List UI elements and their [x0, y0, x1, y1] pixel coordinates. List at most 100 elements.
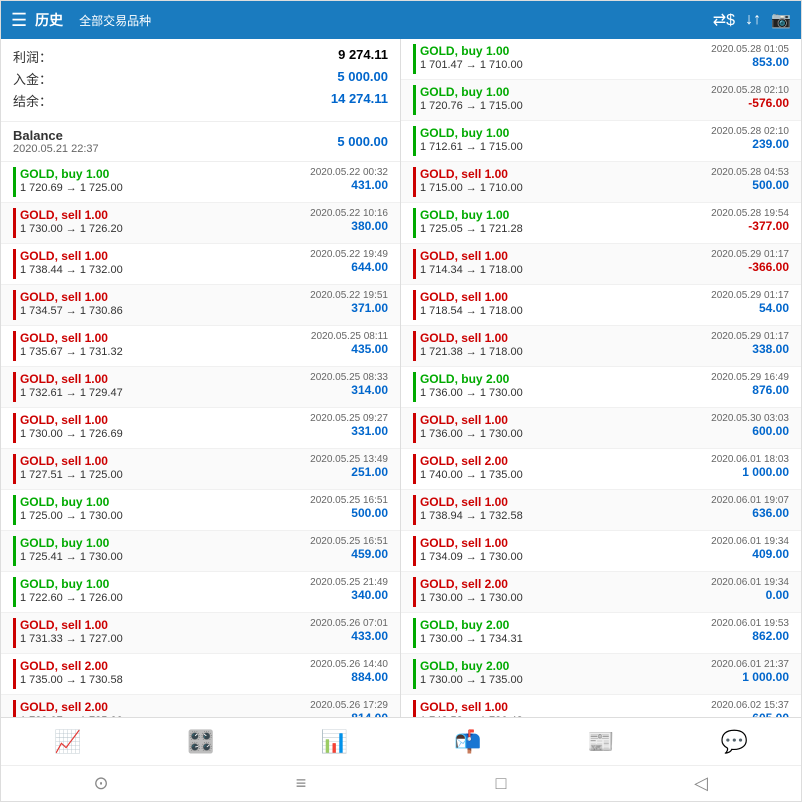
- trade-price: 1 730.00 → 1 734.31: [420, 633, 711, 645]
- left-trades-list[interactable]: GOLD, buy 1.001 720.69 → 1 725.002020.05…: [1, 162, 400, 717]
- table-row[interactable]: GOLD, buy 2.001 730.00 → 1 734.312020.06…: [401, 613, 801, 654]
- home-nav-icon[interactable]: ⊙: [81, 773, 121, 794]
- table-row[interactable]: GOLD, sell 1.001 732.61 → 1 729.472020.0…: [1, 367, 400, 408]
- trade-symbol: GOLD, sell 1.00: [420, 331, 711, 345]
- trade-profit: 314.00: [310, 383, 388, 397]
- table-row[interactable]: GOLD, buy 1.001 725.05 → 1 721.282020.05…: [401, 203, 801, 244]
- main-content: 利润： 9 274.11 入金： 5 000.00 结余： 14 274.11 …: [1, 39, 801, 717]
- trade-price: 1 736.00 → 1 730.00: [420, 428, 711, 440]
- trade-price: 1 725.00 → 1 730.00: [20, 510, 310, 522]
- trade-profit: -377.00: [711, 219, 789, 233]
- balance-total-label: 结余：: [13, 91, 52, 110]
- table-row[interactable]: GOLD, sell 1.001 727.51 → 1 725.002020.0…: [1, 449, 400, 490]
- trade-symbol: GOLD, buy 1.00: [420, 44, 711, 58]
- trade-symbol: GOLD, buy 1.00: [420, 208, 711, 222]
- table-row[interactable]: GOLD, sell 1.001 730.00 → 1 726.692020.0…: [1, 408, 400, 449]
- trade-profit: 644.00: [310, 260, 388, 274]
- balance-label: Balance: [13, 128, 99, 143]
- trade-profit: 338.00: [711, 342, 789, 356]
- back-nav-icon[interactable]: ◁: [681, 773, 721, 794]
- table-row[interactable]: GOLD, buy 1.001 725.41 → 1 730.002020.05…: [1, 531, 400, 572]
- trade-symbol: GOLD, buy 2.00: [420, 618, 711, 632]
- trade-profit: 862.00: [711, 629, 789, 643]
- trade-symbol: GOLD, buy 1.00: [20, 536, 310, 550]
- header-title: 历史: [35, 10, 63, 30]
- table-row[interactable]: GOLD, sell 1.001 718.54 → 1 718.002020.0…: [401, 285, 801, 326]
- table-row[interactable]: GOLD, buy 1.001 725.00 → 1 730.002020.05…: [1, 490, 400, 531]
- trade-symbol: GOLD, sell 2.00: [20, 659, 310, 673]
- camera-icon[interactable]: 📷: [771, 10, 791, 30]
- trade-price: 1 730.00 → 1 726.20: [20, 223, 310, 235]
- table-row[interactable]: GOLD, buy 2.001 736.00 → 1 730.002020.05…: [401, 367, 801, 408]
- trade-symbol: GOLD, sell 1.00: [420, 495, 711, 509]
- table-row[interactable]: GOLD, sell 2.001 729.07 → 1 725.002020.0…: [1, 695, 400, 717]
- table-row[interactable]: GOLD, buy 1.001 722.60 → 1 726.002020.05…: [1, 572, 400, 613]
- header-icons: ⇄$ ↓↑ 📷: [713, 10, 791, 30]
- table-row[interactable]: GOLD, buy 1.001 712.61 → 1 715.002020.05…: [401, 121, 801, 162]
- balance-total-row: 结余： 14 274.11: [13, 91, 388, 110]
- trade-profit: 433.00: [310, 629, 388, 643]
- deposit-row: 入金： 5 000.00: [13, 69, 388, 88]
- trade-date: 2020.05.29 16:49: [711, 372, 789, 383]
- window-nav-icon[interactable]: □: [481, 773, 521, 794]
- bottom-nav: ⊙ ≡ □ ◁: [1, 765, 801, 801]
- table-row[interactable]: GOLD, buy 1.001 701.47 → 1 710.002020.05…: [401, 39, 801, 80]
- table-row[interactable]: GOLD, sell 1.001 731.33 → 1 727.002020.0…: [1, 613, 400, 654]
- trade-date: 2020.06.01 21:37: [711, 659, 789, 670]
- table-row[interactable]: GOLD, sell 1.001 734.57 → 1 730.862020.0…: [1, 285, 400, 326]
- trade-date: 2020.05.26 17:29: [310, 700, 388, 711]
- trade-date: 2020.05.28 01:05: [711, 44, 789, 55]
- table-row[interactable]: GOLD, sell 1.001 721.38 → 1 718.002020.0…: [401, 326, 801, 367]
- table-row[interactable]: GOLD, sell 1.001 738.44 → 1 732.002020.0…: [1, 244, 400, 285]
- header-subtitle[interactable]: 全部交易品种: [71, 10, 159, 31]
- trade-date: 2020.05.22 00:32: [310, 167, 388, 178]
- table-row[interactable]: GOLD, sell 1.001 714.34 → 1 718.002020.0…: [401, 244, 801, 285]
- chat-icon[interactable]: 💬: [714, 729, 754, 755]
- trade-date: 2020.06.01 19:34: [711, 577, 789, 588]
- table-row[interactable]: GOLD, buy 2.001 730.00 → 1 735.002020.06…: [401, 654, 801, 695]
- table-row[interactable]: GOLD, sell 1.001 735.67 → 1 731.322020.0…: [1, 326, 400, 367]
- table-row[interactable]: GOLD, sell 1.001 715.00 → 1 710.002020.0…: [401, 162, 801, 203]
- trade-date: 2020.05.28 19:54: [711, 208, 789, 219]
- analysis-icon[interactable]: 📊: [314, 729, 354, 755]
- trade-price: 1 712.61 → 1 715.00: [420, 141, 711, 153]
- chart-icon[interactable]: 📈: [48, 729, 88, 755]
- header: ☰ 历史 全部交易品种 ⇄$ ↓↑ 📷: [1, 1, 801, 39]
- table-row[interactable]: GOLD, sell 1.001 730.00 → 1 726.202020.0…: [1, 203, 400, 244]
- sort-icon[interactable]: ↓↑: [745, 11, 761, 29]
- table-row[interactable]: GOLD, sell 2.001 740.00 → 1 735.002020.0…: [401, 449, 801, 490]
- table-row[interactable]: GOLD, sell 1.001 736.00 → 1 730.002020.0…: [401, 408, 801, 449]
- trade-profit: 251.00: [310, 465, 388, 479]
- menu-icon[interactable]: ☰: [11, 10, 27, 31]
- mail-icon[interactable]: 📬: [448, 729, 488, 755]
- trade-symbol: GOLD, sell 1.00: [420, 700, 711, 714]
- menu-nav-icon[interactable]: ≡: [281, 773, 321, 794]
- profit-value: 9 274.11: [338, 47, 388, 66]
- trade-date: 2020.05.25 09:27: [310, 413, 388, 424]
- table-row[interactable]: GOLD, sell 2.001 730.00 → 1 730.002020.0…: [401, 572, 801, 613]
- trade-symbol: GOLD, buy 2.00: [420, 372, 711, 386]
- currency-sort-icon[interactable]: ⇄$: [713, 10, 735, 30]
- trade-price: 1 720.76 → 1 715.00: [420, 100, 711, 112]
- table-row[interactable]: GOLD, sell 1.001 734.09 → 1 730.002020.0…: [401, 531, 801, 572]
- trade-price: 1 730.00 → 1 730.00: [420, 592, 711, 604]
- trade-symbol: GOLD, buy 1.00: [20, 495, 310, 509]
- trade-date: 2020.05.25 16:51: [310, 495, 388, 506]
- trade-price: 1 736.00 → 1 730.00: [420, 387, 711, 399]
- table-row[interactable]: GOLD, sell 2.001 735.00 → 1 730.582020.0…: [1, 654, 400, 695]
- table-row[interactable]: GOLD, buy 1.001 720.76 → 1 715.002020.05…: [401, 80, 801, 121]
- table-row[interactable]: GOLD, buy 1.001 720.69 → 1 725.002020.05…: [1, 162, 400, 203]
- trade-symbol: GOLD, buy 2.00: [420, 659, 711, 673]
- table-row[interactable]: GOLD, sell 1.001 738.94 → 1 732.582020.0…: [401, 490, 801, 531]
- trade-profit: 600.00: [711, 424, 789, 438]
- settings-icon[interactable]: 🎛️: [181, 729, 221, 755]
- trade-profit: 459.00: [310, 547, 388, 561]
- table-row[interactable]: GOLD, sell 1.001 742.53 → 1 736.482020.0…: [401, 695, 801, 717]
- trade-profit: 54.00: [711, 301, 789, 315]
- profit-label: 利润：: [13, 47, 52, 66]
- right-trades-list[interactable]: GOLD, buy 1.001 701.47 → 1 710.002020.05…: [401, 39, 801, 717]
- trade-symbol: GOLD, sell 1.00: [20, 290, 310, 304]
- balance-total-value: 14 274.11: [331, 91, 388, 110]
- news-icon[interactable]: 📰: [581, 729, 621, 755]
- summary-section: 利润： 9 274.11 入金： 5 000.00 结余： 14 274.11: [1, 39, 400, 122]
